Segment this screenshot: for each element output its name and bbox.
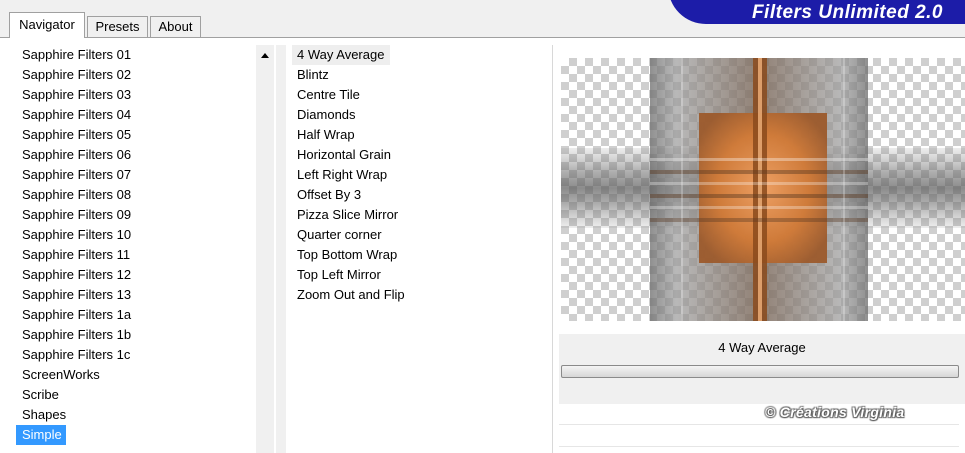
- category-item[interactable]: Sapphire Filters 1b: [16, 325, 256, 345]
- category-item-label: Sapphire Filters 1b: [22, 327, 132, 342]
- category-item[interactable]: Sapphire Filters 09: [16, 205, 256, 225]
- category-item-label: ScreenWorks: [22, 367, 100, 382]
- category-item-label: Sapphire Filters 13: [22, 287, 132, 302]
- category-list[interactable]: Sapphire Filters 01 Sapphire Filters 02 Sa…: [16, 45, 256, 453]
- list-splitter: [276, 45, 286, 453]
- category-item-label: Sapphire Filters 10: [22, 227, 132, 242]
- filter-item-label: Diamonds: [297, 107, 356, 122]
- filter-item[interactable]: Diamonds: [292, 105, 550, 125]
- category-item-label: Sapphire Filters 04: [22, 107, 132, 122]
- tab-navigator[interactable]: Navigator: [9, 12, 85, 38]
- filter-item[interactable]: 4 Way Average: [292, 45, 550, 65]
- preview-image: [561, 58, 965, 321]
- watermark-text: © Créations Virginia: [765, 404, 905, 420]
- category-item[interactable]: Sapphire Filters 12: [16, 265, 256, 285]
- category-item-label: Sapphire Filters 01: [22, 47, 132, 62]
- filter-item-label: Left Right Wrap: [297, 167, 388, 182]
- category-item[interactable]: Sapphire Filters 01: [16, 45, 256, 65]
- filter-item[interactable]: Quarter corner: [292, 225, 550, 245]
- filter-item-label: Offset By 3: [297, 187, 362, 202]
- filter-list[interactable]: 4 Way Average Blintz Centre Tile Diamonds Ha…: [292, 45, 550, 453]
- category-item-label: Sapphire Filters 11: [22, 247, 131, 262]
- category-item-label: Sapphire Filters 1a: [22, 307, 132, 322]
- filter-item[interactable]: Top Bottom Wrap: [292, 245, 550, 265]
- preview-graphic: [561, 58, 965, 321]
- category-item[interactable]: Sapphire Filters 05: [16, 125, 256, 145]
- filter-item-label: Blintz: [297, 67, 329, 82]
- filter-item-label: Quarter corner: [297, 227, 382, 242]
- filter-item[interactable]: Zoom Out and Flip: [292, 285, 550, 305]
- category-item[interactable]: Scribe: [16, 385, 256, 405]
- filter-item[interactable]: Centre Tile: [292, 85, 550, 105]
- category-item-label: Sapphire Filters 09: [22, 207, 132, 222]
- category-item-label: Sapphire Filters 03: [22, 87, 132, 102]
- filter-item[interactable]: Top Left Mirror: [292, 265, 550, 285]
- filter-item-label: 4 Way Average: [292, 45, 391, 65]
- category-item[interactable]: Sapphire Filters 13: [16, 285, 256, 305]
- category-item[interactable]: Sapphire Filters 06: [16, 145, 256, 165]
- filter-item-label: Zoom Out and Flip: [297, 287, 405, 302]
- filter-item[interactable]: Blintz: [292, 65, 550, 85]
- category-item[interactable]: Sapphire Filters 1a: [16, 305, 256, 325]
- category-item-label: Sapphire Filters 05: [22, 127, 132, 142]
- app-banner: Filters Unlimited 2.0: [668, 0, 965, 25]
- category-item-label: Sapphire Filters 06: [22, 147, 132, 162]
- category-item[interactable]: Sapphire Filters 1c: [16, 345, 256, 365]
- filter-item-label: Half Wrap: [297, 127, 355, 142]
- info-divider: [559, 424, 959, 425]
- filter-item[interactable]: Half Wrap: [292, 125, 550, 145]
- filter-item-label: Top Left Mirror: [297, 267, 381, 282]
- filter-item[interactable]: Horizontal Grain: [292, 145, 550, 165]
- category-item-label: Sapphire Filters 1c: [22, 347, 131, 362]
- info-divider-2: [559, 446, 959, 447]
- category-scrollbar[interactable]: [256, 45, 274, 453]
- category-item[interactable]: Simple: [16, 425, 256, 445]
- category-item-label: Sapphire Filters 08: [22, 187, 132, 202]
- filter-item[interactable]: Pizza Slice Mirror: [292, 205, 550, 225]
- filter-item[interactable]: Offset By 3: [292, 185, 550, 205]
- tab-presets[interactable]: Presets: [87, 16, 148, 37]
- category-item[interactable]: Shapes: [16, 405, 256, 425]
- filter-item[interactable]: Left Right Wrap: [292, 165, 550, 185]
- category-item[interactable]: Sapphire Filters 08: [16, 185, 256, 205]
- filter-item-label: Horizontal Grain: [297, 147, 391, 162]
- category-item-label: Simple: [16, 425, 66, 445]
- scroll-up-icon[interactable]: [261, 53, 269, 58]
- category-item[interactable]: Sapphire Filters 04: [16, 105, 256, 125]
- category-item[interactable]: Sapphire Filters 03: [16, 85, 256, 105]
- filter-item-label: Pizza Slice Mirror: [297, 207, 399, 222]
- category-item[interactable]: ScreenWorks: [16, 365, 256, 385]
- category-item-label: Sapphire Filters 07: [22, 167, 132, 182]
- current-filter-name: 4 Way Average: [718, 340, 806, 355]
- progress-bar: [561, 365, 959, 378]
- category-item[interactable]: Sapphire Filters 11: [16, 245, 256, 265]
- filter-item-label: Top Bottom Wrap: [297, 247, 398, 262]
- category-item[interactable]: Sapphire Filters 02: [16, 65, 256, 85]
- category-item[interactable]: Sapphire Filters 07: [16, 165, 256, 185]
- app-title: Filters Unlimited 2.0: [751, 2, 943, 23]
- filter-item-label: Centre Tile: [297, 87, 360, 102]
- category-item-label: Sapphire Filters 02: [22, 67, 132, 82]
- category-item-label: Scribe: [22, 387, 59, 402]
- category-item-label: Sapphire Filters 12: [22, 267, 132, 282]
- tab-about[interactable]: About: [150, 16, 201, 37]
- category-item-label: Shapes: [22, 407, 67, 422]
- panel-divider: [552, 45, 553, 453]
- category-item[interactable]: Sapphire Filters 10: [16, 225, 256, 245]
